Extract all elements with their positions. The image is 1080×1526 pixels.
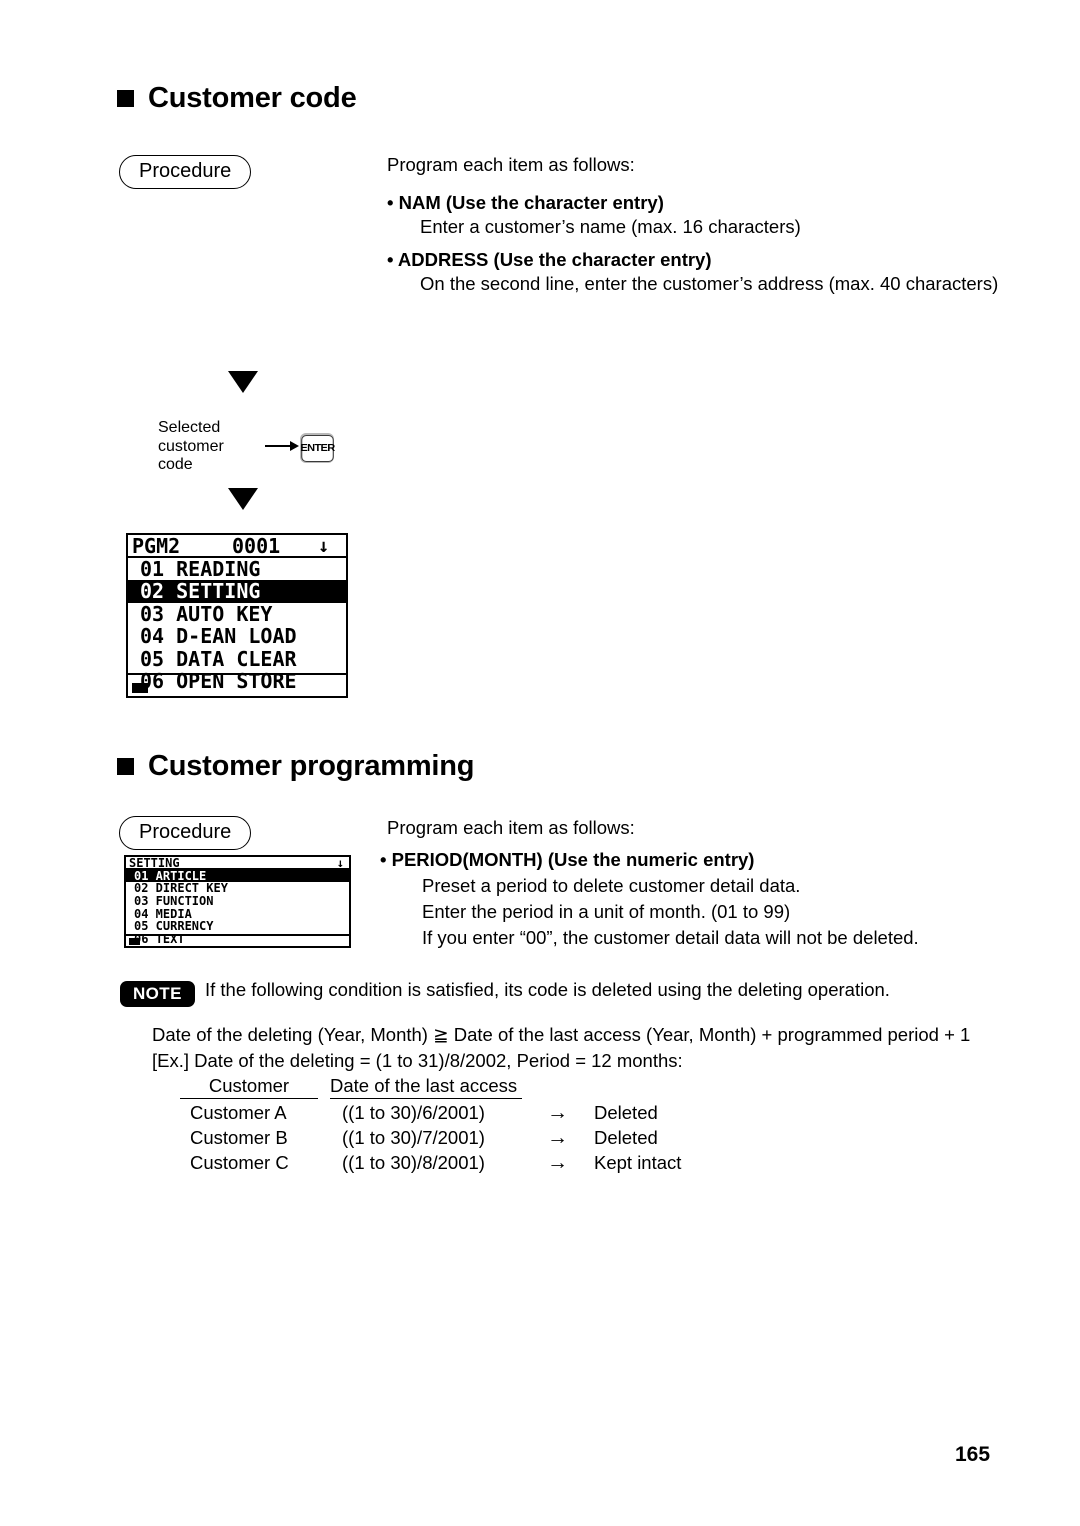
table-row-customer-a-name: Customer A	[190, 1102, 287, 1123]
flow-input-label-line2: customer	[158, 437, 224, 455]
item-description-nam: Enter a customer’s name (max. 16 charact…	[420, 216, 801, 237]
section-heading-customer-programming: Customer programming	[117, 750, 475, 783]
lcd-menu-item-data-clear[interactable]: 05 DATA CLEAR	[128, 647, 346, 671]
section-heading-customer-code: Customer code	[117, 82, 357, 115]
lcd-header-divider	[128, 555, 346, 558]
procedure-badge-customer-code: Procedure	[119, 155, 252, 189]
square-bullet-icon	[117, 90, 134, 107]
table-header-last-access: Date of the last access	[330, 1073, 522, 1099]
lcd-footer-divider	[128, 673, 346, 676]
table-row-customer-a-result: Deleted	[594, 1102, 658, 1123]
lcd-display-setting[interactable]: SETTING ↓ 01 ARTICLE 02 DIRECT KEY 03 FU…	[124, 855, 351, 948]
lcd-setting-item-media[interactable]: 04 MEDIA	[126, 907, 349, 921]
table-row-customer-a-date: ((1 to 30)/6/2001)	[342, 1102, 485, 1123]
intro-text-customer-code: Program each item as follows:	[387, 154, 635, 175]
lcd-setting-item-direct-key[interactable]: 02 DIRECT KEY	[126, 881, 349, 895]
table-header-customer: Customer	[180, 1073, 318, 1099]
enter-key-label: ENTER	[300, 434, 335, 462]
table-row-customer-a-arrow-icon: →	[547, 1101, 568, 1124]
note-example: [Ex.] Date of the deleting = (1 to 31)/8…	[152, 1050, 683, 1071]
table-row-customer-c-arrow-icon: →	[547, 1151, 568, 1174]
note-text: If the following condition is satisfied,…	[205, 979, 890, 1000]
note-badge: NOTE	[120, 981, 195, 1007]
item-description-address: On the second line, enter the customer’s…	[420, 273, 999, 294]
item-line-enter-zero: If you enter “00”, the customer detail d…	[422, 927, 919, 948]
page-title: Customer code	[148, 82, 357, 114]
table-row-customer-b-result: Deleted	[594, 1127, 658, 1148]
flow-arrow-right-icon	[265, 441, 299, 451]
item-title-nam: • NAM (Use the character entry)	[387, 192, 664, 213]
lcd-setting-item-currency[interactable]: 05 CURRENCY	[126, 919, 349, 933]
procedure-badge-customer-programming: Procedure	[119, 816, 252, 850]
lcd-menu-item-reading[interactable]: 01 READING	[128, 557, 346, 581]
lcd-menu-item-auto-key[interactable]: 03 AUTO KEY	[128, 602, 346, 626]
item-title-period-month: • PERIOD(MONTH) (Use the numeric entry)	[380, 849, 755, 870]
lcd-setting-cursor-block	[129, 938, 140, 945]
table-row-customer-c-date: ((1 to 30)/8/2001)	[342, 1152, 485, 1173]
lcd-cursor-block	[132, 683, 148, 693]
square-bullet-icon-2	[117, 758, 134, 775]
lcd-header-row: PGM2 0001 ↓	[128, 535, 346, 558]
lcd-menu-item-d-ean-load[interactable]: 04 D-EAN LOAD	[128, 624, 346, 648]
flow-triangle-down-icon-2	[228, 488, 258, 510]
table-row-customer-b-arrow-icon: →	[547, 1126, 568, 1149]
flow-input-label: Selected customer code	[158, 419, 224, 475]
enter-key[interactable]: ENTER	[300, 433, 335, 463]
table-row-customer-c-result: Kept intact	[594, 1152, 682, 1173]
lcd-setting-item-article[interactable]: 01 ARTICLE	[126, 869, 349, 883]
lcd-setting-footer-divider	[126, 934, 349, 936]
lcd-display-pgm2[interactable]: PGM2 0001 ↓ 01 READING 02 SETTING 03 AUT…	[126, 533, 348, 698]
lcd-setting-header-row: SETTING ↓	[126, 857, 349, 870]
lcd-setting-item-function[interactable]: 03 FUNCTION	[126, 894, 349, 908]
arrow-shaft	[265, 444, 290, 448]
arrow-head	[290, 441, 299, 451]
table-row-customer-b-name: Customer B	[190, 1127, 288, 1148]
note-condition: Date of the deleting (Year, Month) ≧ Dat…	[152, 1024, 971, 1045]
item-title-address: • ADDRESS (Use the character entry)	[387, 249, 712, 270]
section-title-customer-programming: Customer programming	[148, 750, 475, 782]
table-row-customer-b-date: ((1 to 30)/7/2001)	[342, 1127, 485, 1148]
flow-input-label-line3: code	[158, 456, 193, 473]
scroll-down-icon: ↓	[318, 535, 330, 558]
flow-triangle-down-icon-1	[228, 371, 258, 393]
intro-text-customer-programming: Program each item as follows:	[387, 817, 635, 838]
table-row-customer-c-name: Customer C	[190, 1152, 289, 1173]
item-line-enter-period: Enter the period in a unit of month. (01…	[422, 901, 791, 922]
flow-input-label-line1: Selected	[158, 419, 221, 436]
lcd-setting-header-divider	[126, 867, 349, 870]
page-number: 165	[955, 1443, 991, 1466]
lcd-menu-item-setting[interactable]: 02 SETTING	[128, 579, 346, 603]
item-line-preset-period: Preset a period to delete customer detai…	[422, 875, 801, 896]
